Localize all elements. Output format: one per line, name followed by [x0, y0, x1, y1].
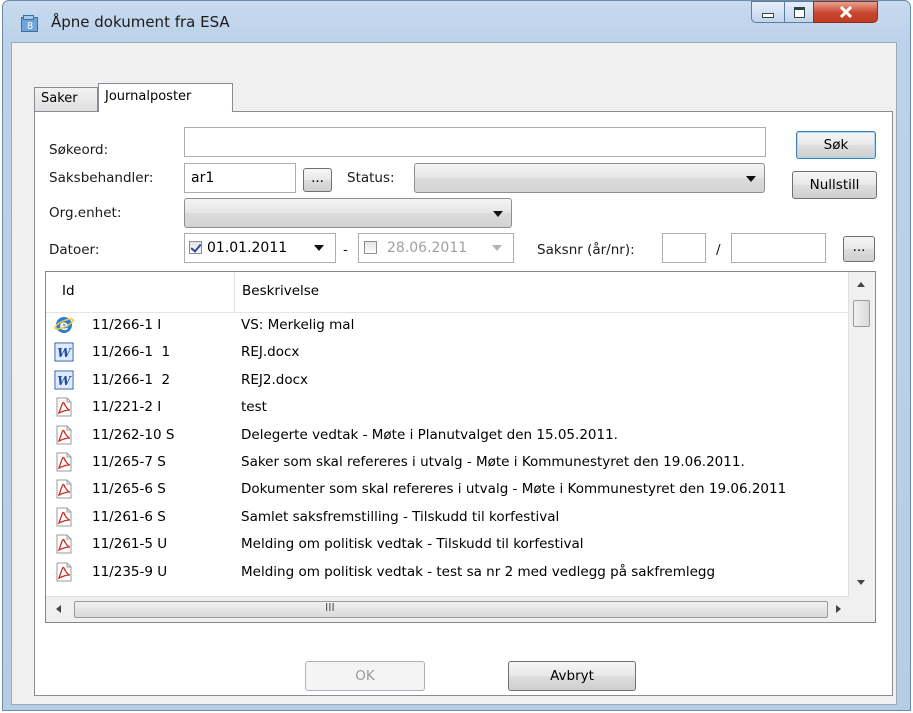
scroll-left-icon[interactable]	[56, 605, 61, 613]
list-item[interactable]: 11/235-9 U Melding om politisk vedtak - t…	[46, 559, 849, 586]
date-from-checkbox[interactable]	[189, 241, 202, 254]
row-id: 11/261-6 S	[92, 508, 166, 525]
window-title: Åpne dokument fra ESA	[51, 13, 230, 31]
saksnr-slash: /	[716, 242, 721, 258]
tab-saker[interactable]: Saker	[34, 87, 98, 111]
row-id: 11/265-7 S	[92, 454, 166, 470]
column-header-beskrivelse[interactable]: Beskrivelse	[242, 283, 319, 299]
row-id: 11/221-2 I	[92, 399, 162, 416]
minimize-button[interactable]	[751, 1, 785, 23]
vertical-scrollbar[interactable]	[848, 272, 875, 598]
scrollbar-corner	[849, 597, 875, 622]
list-item[interactable]: 11/265-6 S Dokumenter som skal refereres …	[46, 476, 849, 503]
row-description: Melding om politisk vedtak - Tilskudd ti…	[241, 536, 584, 553]
row-id: 11/266-1 I	[92, 317, 162, 333]
row-description: REJ.docx	[241, 344, 300, 361]
pdf-icon	[54, 397, 74, 417]
row-description: Delegerte vedtak - Møte i Planutvalget d…	[241, 426, 618, 443]
chevron-down-icon	[493, 211, 503, 217]
word-icon: W	[54, 370, 74, 390]
scroll-down-icon[interactable]	[857, 580, 865, 585]
maximize-button[interactable]	[784, 1, 814, 23]
list-item[interactable]: 11/262-10 S Delegerte vedtak - Møte i Pla…	[46, 422, 849, 449]
row-description: test	[241, 399, 267, 416]
saksnr-year-input[interactable]	[662, 233, 706, 263]
scroll-right-icon[interactable]	[836, 605, 841, 613]
pdf-icon	[54, 425, 74, 445]
row-id: 11/265-6 S	[92, 481, 166, 498]
saksnr-label: Saksnr (år/nr):	[537, 242, 635, 258]
close-button[interactable]	[813, 1, 878, 23]
horizontal-scrollbar[interactable]: III	[46, 596, 849, 622]
orgenhet-select[interactable]	[184, 198, 512, 228]
ie-icon: e	[54, 315, 74, 335]
list-item[interactable]: 11/261-5 U Melding om politisk vedtak - T…	[46, 531, 849, 558]
datoer-label: Datoer:	[49, 242, 100, 258]
svg-text:W: W	[57, 346, 72, 360]
maximize-icon	[793, 6, 805, 18]
chevron-down-icon	[492, 245, 502, 251]
row-id: 11/266-1 2	[92, 371, 171, 388]
minimize-icon	[762, 12, 774, 18]
date-to-checkbox[interactable]	[364, 241, 377, 254]
svg-text:W: W	[57, 374, 72, 388]
column-header-id[interactable]: Id	[62, 283, 75, 299]
ok-button[interactable]: OK	[305, 661, 425, 691]
svg-text:8: 8	[27, 21, 33, 32]
saksbehandler-browse-button[interactable]: ...	[303, 168, 332, 192]
row-id: 11/261-5 U	[92, 536, 168, 553]
list-item[interactable]: 11/261-6 S Samlet saksfremstilling - Tils…	[46, 504, 849, 531]
title-bar[interactable]: 8 Åpne dokument fra ESA	[3, 1, 910, 45]
pdf-icon	[54, 452, 74, 472]
row-description: Saker som skal refereres i utvalg - Møte…	[241, 454, 745, 470]
row-description: REJ2.docx	[241, 371, 309, 388]
list-item[interactable]: 11/221-2 I test	[46, 394, 849, 421]
saksnr-browse-button[interactable]: ...	[843, 236, 875, 262]
horizontal-scroll-thumb[interactable]: III	[74, 601, 828, 618]
pdf-icon	[54, 534, 74, 554]
pdf-icon	[54, 507, 74, 527]
row-id: 11/266-1 1	[92, 344, 171, 361]
scroll-up-icon[interactable]	[857, 282, 865, 287]
list-header: Id Beskrivelse	[46, 272, 849, 313]
scroll-grip: III	[325, 601, 335, 614]
search-button[interactable]: Søk	[796, 131, 876, 159]
sokeord-input[interactable]	[184, 127, 766, 157]
status-select[interactable]	[414, 163, 765, 193]
row-id: 11/235-9 U	[92, 563, 168, 580]
tab-journalposter[interactable]: Journalposter	[98, 83, 233, 112]
saksbehandler-label: Saksbehandler:	[49, 170, 154, 186]
journalposter-list[interactable]: Id Beskrivelse e 11/266-1 I VS: Merkelig m…	[45, 271, 876, 623]
list-item[interactable]: W 11/266-1 2 REJ2.docx	[46, 367, 849, 394]
date-separator: -	[343, 242, 348, 258]
word-icon: W	[54, 342, 74, 362]
row-description: VS: Merkelig mal	[241, 317, 355, 333]
sokeord-label: Søkeord:	[49, 142, 109, 158]
cancel-button[interactable]: Avbryt	[508, 661, 636, 691]
row-description: Samlet saksfremstilling - Tilskudd til k…	[241, 508, 560, 525]
date-from-value: 01.01.2011	[207, 240, 288, 256]
close-icon	[839, 6, 852, 18]
chevron-down-icon[interactable]	[314, 245, 324, 251]
saksnr-number-input[interactable]	[731, 233, 826, 263]
app-icon: 8	[21, 15, 38, 32]
row-description: Melding om politisk vedtak - test sa nr …	[241, 563, 716, 580]
list-item[interactable]: W 11/266-1 1 REJ.docx	[46, 339, 849, 366]
chevron-down-icon	[746, 176, 756, 182]
saksbehandler-input[interactable]: ar1	[184, 163, 296, 193]
vertical-scroll-thumb[interactable]	[853, 300, 870, 327]
reset-button[interactable]: Nullstill	[792, 171, 877, 199]
date-to-value: 28.06.2011	[387, 240, 468, 256]
status-label: Status:	[347, 170, 395, 186]
pdf-icon	[54, 562, 74, 582]
pdf-icon	[54, 479, 74, 499]
list-item[interactable]: e 11/266-1 I VS: Merkelig mal	[46, 312, 849, 339]
row-id: 11/262-10 S	[92, 426, 175, 443]
orgenhet-label: Org.enhet:	[49, 205, 122, 221]
row-description: Dokumenter som skal refereres i utvalg -…	[241, 481, 787, 498]
date-to-picker[interactable]: 28.06.2011	[358, 233, 514, 263]
list-item[interactable]: 11/265-7 S Saker som skal refereres i utv…	[46, 449, 849, 476]
column-divider[interactable]	[234, 272, 235, 312]
